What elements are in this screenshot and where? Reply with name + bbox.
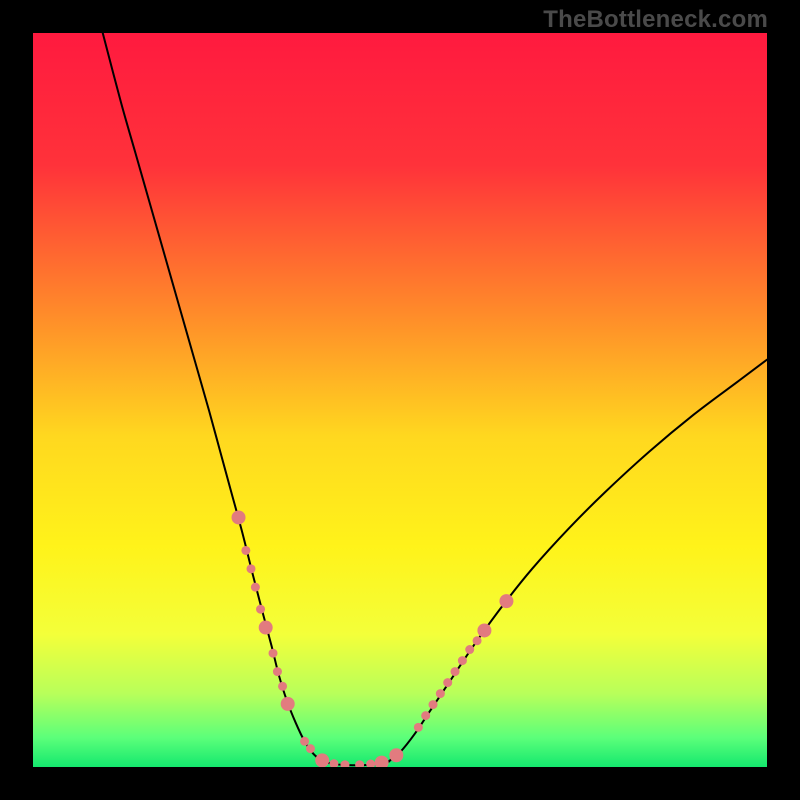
data-marker bbox=[251, 583, 260, 592]
plot-area bbox=[33, 33, 767, 767]
chart-frame: TheBottleneck.com bbox=[0, 0, 800, 800]
data-marker bbox=[269, 649, 278, 658]
data-marker bbox=[414, 723, 423, 732]
data-marker bbox=[436, 689, 445, 698]
data-marker bbox=[499, 594, 513, 608]
data-marker bbox=[259, 621, 273, 635]
data-marker bbox=[477, 623, 491, 637]
data-marker bbox=[458, 656, 467, 665]
data-marker bbox=[281, 697, 295, 711]
data-marker bbox=[429, 700, 438, 709]
data-marker bbox=[278, 682, 287, 691]
chart-svg bbox=[33, 33, 767, 767]
data-marker bbox=[315, 753, 329, 767]
data-marker bbox=[443, 678, 452, 687]
data-marker bbox=[247, 564, 256, 573]
data-marker bbox=[241, 546, 250, 555]
data-marker bbox=[300, 737, 309, 746]
data-marker bbox=[273, 667, 282, 676]
data-marker bbox=[389, 748, 403, 762]
data-marker bbox=[306, 744, 315, 753]
data-marker bbox=[232, 510, 246, 524]
watermark-text: TheBottleneck.com bbox=[543, 6, 768, 34]
data-marker bbox=[256, 605, 265, 614]
data-marker bbox=[451, 667, 460, 676]
data-marker bbox=[421, 711, 430, 720]
data-marker bbox=[473, 636, 482, 645]
gradient-background bbox=[33, 33, 767, 767]
data-marker bbox=[465, 645, 474, 654]
